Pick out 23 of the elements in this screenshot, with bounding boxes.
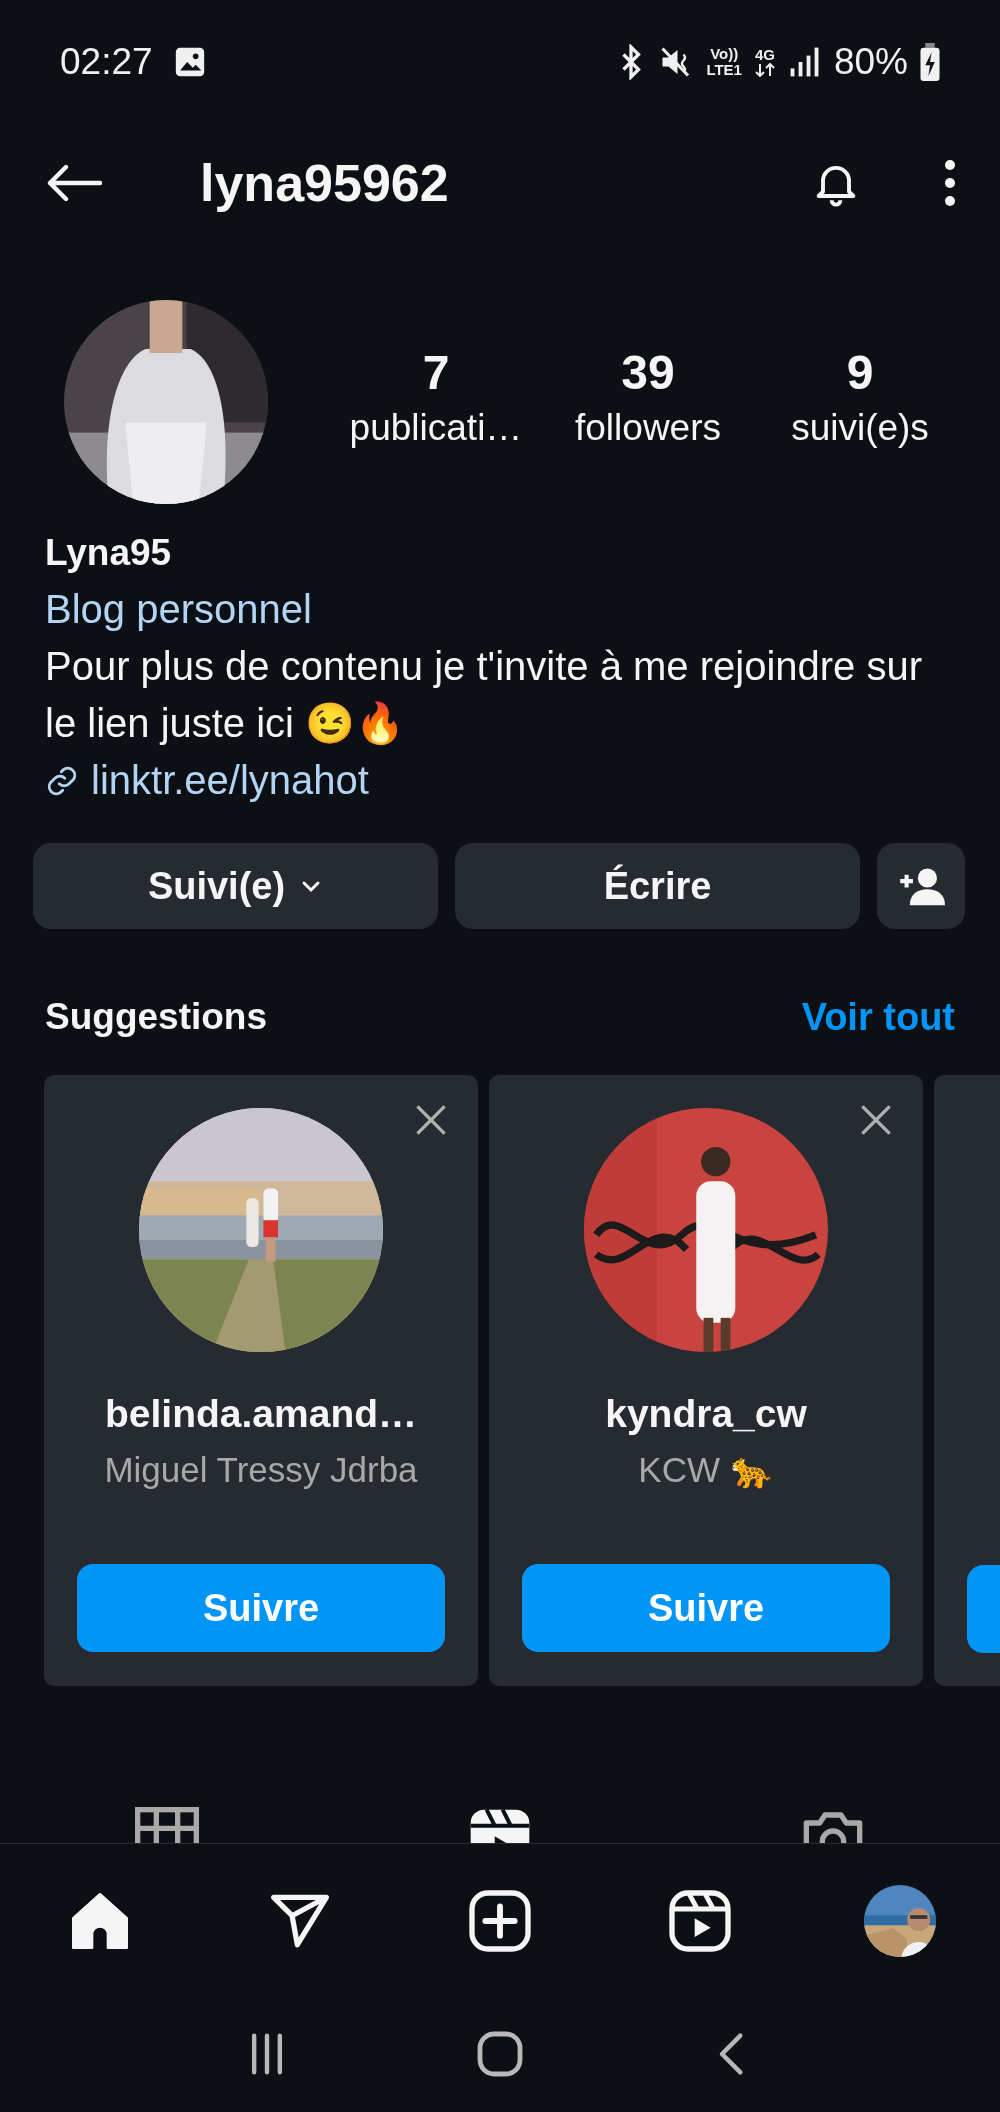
volte-indicator: Vo)) LTE1 (706, 46, 742, 78)
suggested-username[interactable]: kyndra_cw (605, 1392, 807, 1436)
stat-label[interactable]: suivi(e)s (791, 403, 929, 453)
stat-label[interactable]: followers (575, 403, 721, 453)
message-button[interactable]: Écrire (455, 843, 860, 929)
suggested-subtitle: KCW 🐆 (638, 1450, 774, 1491)
suggested-subtitle: Miguel Tressy Jdrba (104, 1450, 418, 1490)
stat-count[interactable]: 39 (621, 343, 675, 403)
stat-count[interactable]: 7 (422, 343, 450, 403)
stat-count[interactable]: 9 (846, 343, 874, 403)
see-all-link[interactable]: Voir tout (801, 995, 955, 1039)
bio-text: Pour plus de contenu je t'invite à me rejoindre sur le lien juste ici 😉🔥 (45, 643, 923, 748)
display-name: Lyna95 (45, 531, 173, 575)
following-button[interactable]: Suivi(e) (33, 843, 438, 929)
profile-link[interactable]: linktr.ee/lynahot (91, 752, 369, 809)
network-indicator: 4G (753, 47, 776, 77)
suggested-username[interactable]: belinda.amand… (104, 1392, 418, 1436)
section-title: Suggestions (45, 996, 268, 1038)
stat-label[interactable]: publicati… (349, 403, 523, 453)
clock-time: 02:27 (60, 41, 153, 83)
battery-level: 80% (833, 41, 908, 83)
profile-category: Blog personnel (45, 586, 313, 633)
profile-username: lyna95962 (200, 153, 450, 213)
